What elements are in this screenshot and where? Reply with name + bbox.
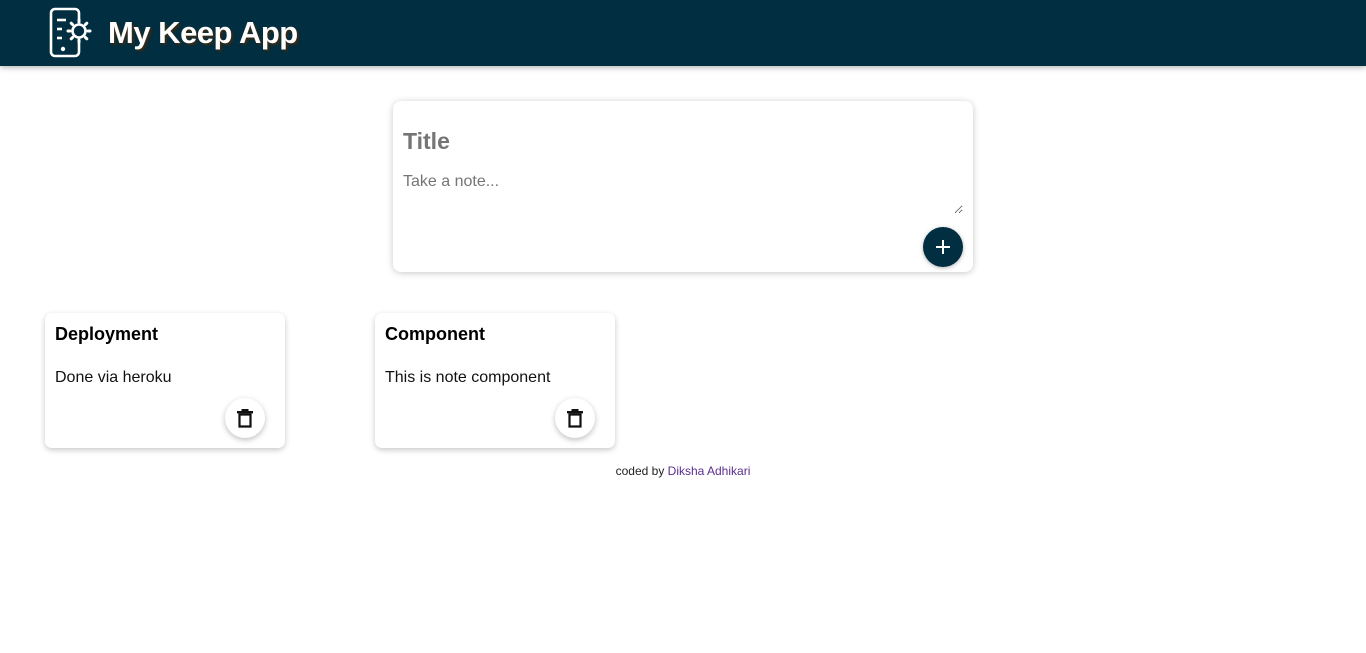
trash-icon bbox=[567, 409, 583, 428]
app-header: My Keep App bbox=[0, 0, 1366, 66]
add-note-button[interactable] bbox=[923, 227, 963, 267]
note-content-textarea[interactable] bbox=[403, 173, 963, 214]
footer: coded by Diksha Adhikari bbox=[0, 464, 1366, 478]
trash-icon bbox=[237, 409, 253, 428]
app-title: My Keep App bbox=[108, 15, 298, 50]
footer-prefix: coded by bbox=[615, 464, 665, 478]
note-title: Deployment bbox=[55, 324, 159, 344]
author-link[interactable]: Diksha Adhikari bbox=[668, 464, 751, 478]
note-title-input[interactable] bbox=[403, 123, 943, 159]
delete-note-button[interactable] bbox=[555, 398, 595, 438]
phone-settings-icon bbox=[49, 7, 92, 58]
note-content: This is note component bbox=[385, 369, 551, 386]
plus-icon bbox=[936, 240, 950, 254]
create-note-form bbox=[393, 101, 973, 272]
note-card: Component This is note component bbox=[375, 313, 615, 448]
delete-note-button[interactable] bbox=[225, 398, 265, 438]
note-content: Done via heroku bbox=[55, 369, 172, 386]
note-title: Component bbox=[385, 324, 485, 344]
note-card: Deployment Done via heroku bbox=[45, 313, 285, 448]
